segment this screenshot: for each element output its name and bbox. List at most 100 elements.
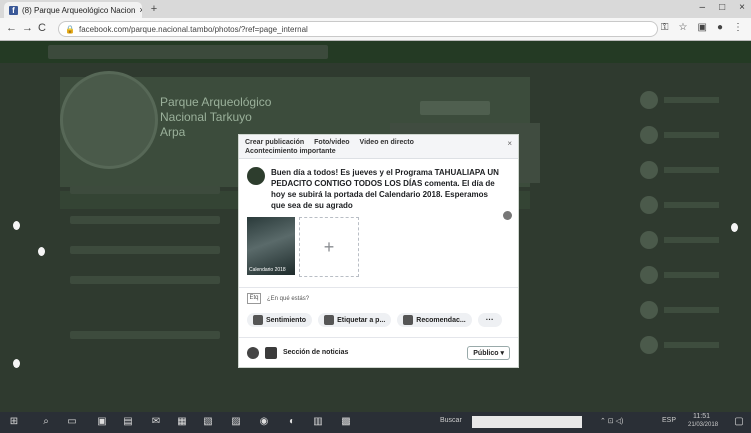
facebook-search-input[interactable] [48,45,328,59]
glare-spot [731,223,738,232]
contact-item[interactable] [640,196,740,214]
tab-close-icon[interactable]: × [139,5,142,15]
contact-item[interactable] [640,126,740,144]
page-profile-picture[interactable] [60,71,158,169]
contact-item[interactable] [640,161,740,179]
close-window-button[interactable]: × [739,2,745,13]
page-action-button[interactable] [420,101,490,115]
key-icon[interactable]: ⚿ [661,22,669,33]
forward-arrow-icon[interactable]: → [22,22,33,34]
browser-tab-bar: f (8) Parque Arqueológico Nacion × + – □… [0,0,751,18]
tab-photo-video[interactable]: Foto/video [314,139,349,146]
tag-people-icon [324,315,335,325]
avatar [247,167,265,185]
maximize-button[interactable]: □ [719,2,725,13]
sidebar-line [70,331,220,339]
new-tab-button[interactable]: + [146,3,162,15]
taskbar-search-label: Buscar [440,417,462,424]
feeling-button[interactable]: Sentimiento [247,313,313,327]
emoji-icon[interactable] [503,211,512,220]
contact-avatar [640,196,658,214]
contact-name [664,202,719,208]
mail-icon[interactable]: ✉ [150,416,162,428]
glare-spot [13,359,20,368]
sidebar-line [70,246,220,254]
post-text[interactable]: Buen día a todos! Es jueves y el Program… [271,167,501,211]
post-type-tabs: Crear publicación Foto/video Video en di… [239,135,518,159]
search-icon[interactable]: ⌕ [40,416,52,428]
url-text: facebook.com/parque.nacional.tambo/photo… [78,24,308,34]
tab-life-event[interactable]: Acontecimiento importante [245,148,336,155]
contact-name [664,272,719,278]
post-actions: Sentimiento Etiquetar a p... Recomendac.… [239,307,518,331]
sidebar-line [70,216,220,224]
calendar-photo-thumbnail[interactable]: Calendario 2018 [247,217,295,275]
contacts-sidebar [640,91,740,371]
sidebar-line [70,276,220,284]
contact-name [664,167,719,173]
contact-name [664,97,719,103]
more-options-button[interactable]: ··· [477,313,502,327]
extension-icon[interactable]: ▣ [698,22,707,33]
contact-avatar [640,301,658,319]
close-icon[interactable]: × [507,139,512,148]
audience-selector[interactable]: Público ▾ [467,345,510,360]
language-indicator[interactable]: ESP [662,417,676,424]
add-photo-button[interactable]: + [299,217,359,277]
app-icon[interactable]: ◐ [286,416,298,428]
tag-box-icon: Etq [247,293,261,304]
contact-avatar [640,126,658,144]
app-icon[interactable]: ▨ [230,416,242,428]
page-avatar-icon [265,346,277,359]
explorer-icon[interactable]: ▤ [122,416,134,428]
tag-row[interactable]: Etq ¿En qué estás? [239,290,518,307]
thumbnail-caption: Calendario 2018 [249,267,286,273]
page-title-line-2: Nacional Tarkuyo [160,110,252,124]
tab-create-post[interactable]: Crear publicación [245,139,304,146]
app-icon[interactable]: ▩ [340,416,352,428]
post-composer[interactable]: Buen día a todos! Es jueves y el Program… [239,159,518,220]
tag-people-label: Etiquetar a p... [337,316,386,324]
page-title-line-1: Parque Arqueológico [160,95,272,109]
contact-avatar [640,91,658,109]
contact-name [664,237,719,243]
contact-avatar [640,231,658,249]
contact-name [664,132,719,138]
feed-check-icon[interactable] [247,346,259,359]
store-icon[interactable]: ▣ [96,416,108,428]
minimize-button[interactable]: – [700,2,706,13]
app-icon[interactable]: ▥ [312,416,324,428]
divider [239,287,518,288]
contact-item[interactable] [640,266,740,284]
back-arrow-icon[interactable]: ← [6,22,17,34]
reload-icon[interactable]: C [38,22,46,34]
clock-date[interactable]: 21/03/2018 [688,422,718,428]
app-icon[interactable]: ▦ [176,416,188,428]
contact-item[interactable] [640,336,740,354]
media-attachments: Calendario 2018 + [239,215,518,279]
browser-tab[interactable]: f (8) Parque Arqueológico Nacion × [4,2,142,18]
glare-spot [38,247,45,256]
account-icon[interactable]: ● [717,22,723,33]
task-view-icon[interactable]: ▭ [66,416,78,428]
recommendation-button[interactable]: Recomendac... [397,313,472,327]
contact-item[interactable] [640,231,740,249]
tab-live-video[interactable]: Video en directo [360,139,414,146]
notifications-icon[interactable]: ▢ [733,416,745,428]
chrome-icon[interactable]: ◉ [258,416,270,428]
bookmark-star-icon[interactable]: ☆ [679,22,688,33]
system-tray-icons[interactable]: ⌃ ⊡ ◁) [600,417,623,425]
contact-item[interactable] [640,301,740,319]
app-icon[interactable]: ▧ [202,416,214,428]
contact-item[interactable] [640,91,740,109]
window-controls: – □ × [700,2,745,13]
clock-time[interactable]: 11:51 [693,413,710,420]
windows-start-icon[interactable]: ⊞ [8,416,20,428]
news-feed-label: Sección de noticias [283,349,349,356]
menu-dots-icon[interactable]: ⋮ [733,22,743,33]
taskbar-search-input[interactable] [472,416,582,428]
create-post-dialog: Crear publicación Foto/video Video en di… [238,134,519,368]
tag-people-button[interactable]: Etiquetar a p... [318,313,392,327]
url-input[interactable]: 🔒 facebook.com/parque.nacional.tambo/pho… [58,21,658,37]
feeling-icon [253,315,263,325]
